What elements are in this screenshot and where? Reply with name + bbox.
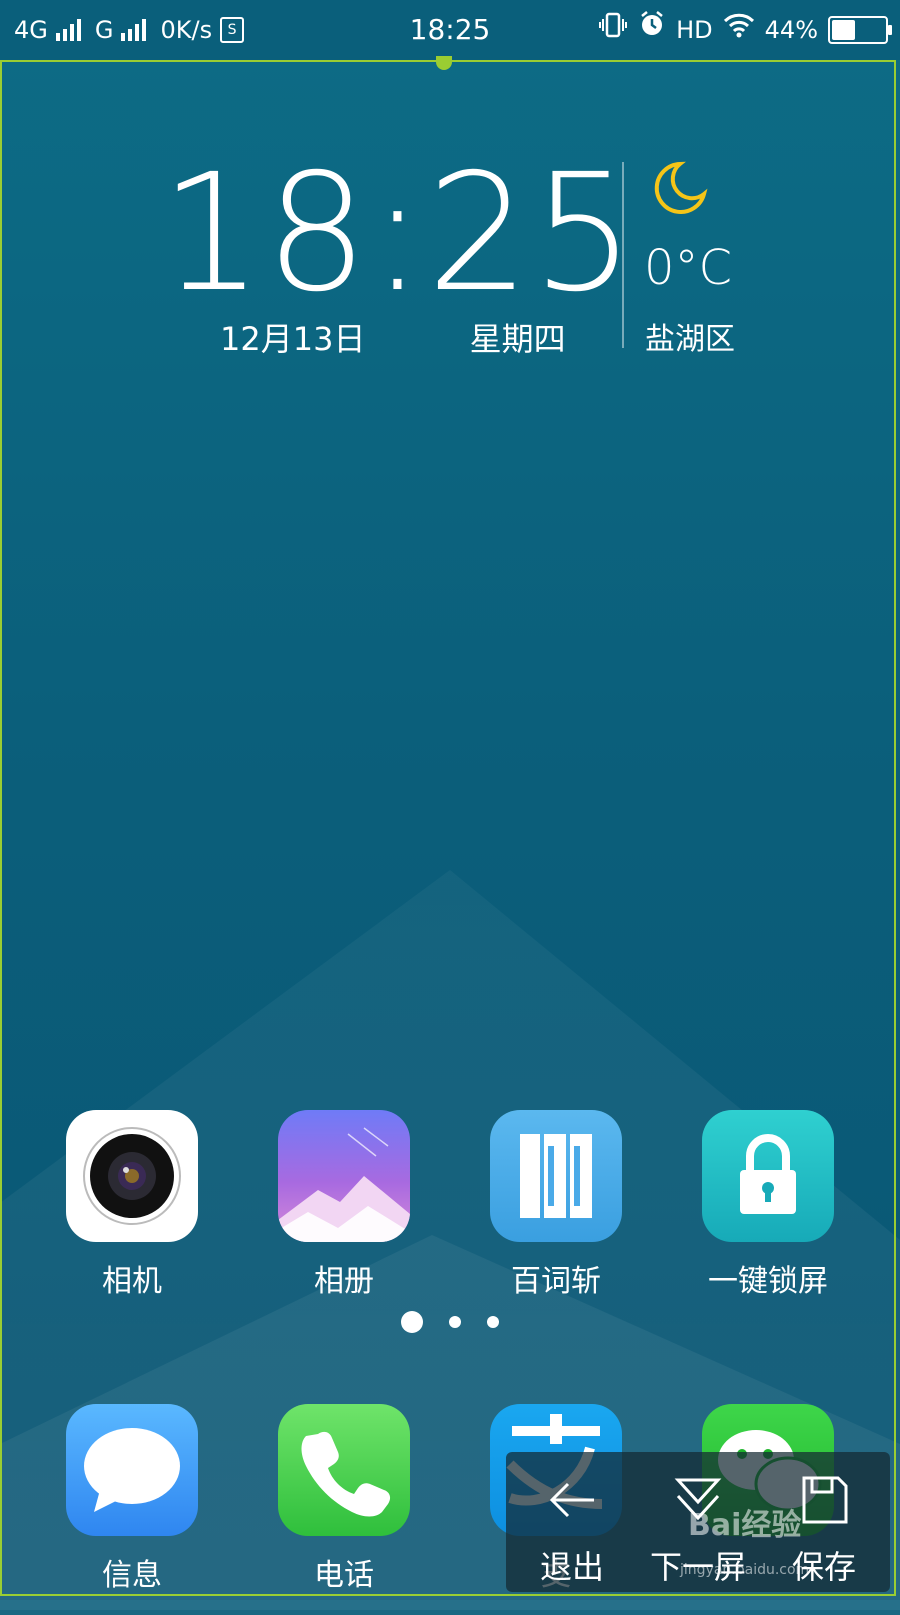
watermark: Bai经验 [688,1508,802,1543]
app-phone[interactable]: 电话 [259,1404,429,1594]
widget-divider [622,162,624,348]
lock-icon [702,1110,834,1242]
phone-icon [278,1404,410,1536]
save-icon [798,1474,850,1526]
gallery-icon [278,1110,410,1242]
page-dot[interactable] [487,1316,499,1328]
widget-location: 盐湖区 [645,322,735,357]
clock-weather-widget[interactable]: 18:25 12月13日 星期四 0°C 盐湖区 [160,140,760,360]
camera-icon [66,1110,198,1242]
battery-icon [828,16,892,44]
app-label: 相册 [314,1264,374,1299]
app-label: 相机 [102,1264,162,1299]
message-icon [66,1404,198,1536]
app-label: 电话 [314,1558,374,1593]
widget-date-line: 12月13日 星期四 [220,314,620,360]
page-dot[interactable] [449,1316,461,1328]
moon-icon [650,158,710,218]
widget-time: 18:25 [160,140,637,328]
app-label: 信息 [102,1558,162,1593]
app-gallery[interactable]: 相册 [259,1110,429,1300]
page-dot-active[interactable] [401,1311,423,1333]
watermark-url: jingyan.baidu.com [680,1562,810,1578]
app-messages[interactable]: 信息 [47,1404,217,1594]
back-arrow-icon [546,1474,598,1526]
exit-button[interactable]: 退出 [512,1452,632,1592]
battery-percent: 44% [764,16,818,44]
alarm-icon [638,0,666,60]
wifi-icon [723,0,755,60]
app-baicizhan[interactable]: 百词斩 [471,1110,641,1300]
app-lock-screen[interactable]: 一键锁屏 [683,1110,853,1300]
widget-temperature: 0°C [643,240,733,296]
widget-date: 12月13日 [220,320,366,358]
status-bar: 4G G 0K/s S 18:25 HD 44% [0,0,900,60]
exit-label: 退出 [539,1548,604,1586]
app-label: 一键锁屏 [708,1264,828,1299]
app-label: 百词斩 [511,1264,601,1299]
widget-weekday: 星期四 [469,320,566,358]
hd-badge: HD [676,16,713,44]
vibrate-icon [598,0,628,60]
app-camera[interactable]: 相机 [47,1110,217,1300]
page-indicator[interactable] [0,1310,900,1334]
baicizhan-icon [490,1110,622,1242]
